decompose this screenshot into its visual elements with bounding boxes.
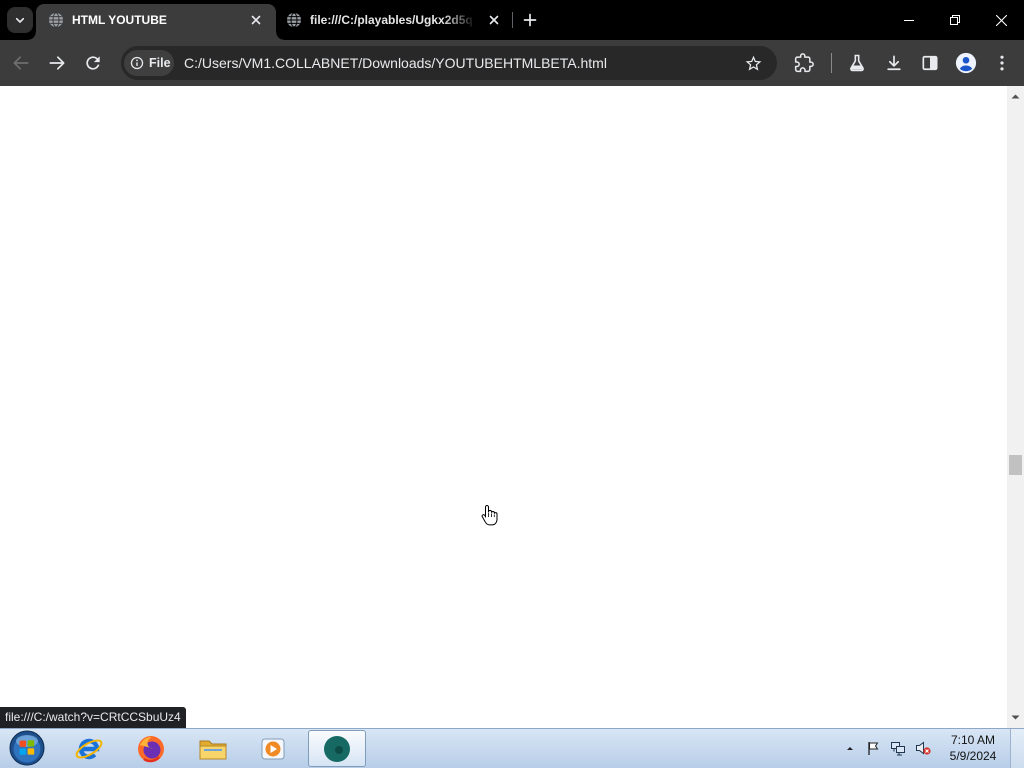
tab-strip: HTML YOUTUBE file:///C:/playables/Ugkx2d… xyxy=(0,0,1024,40)
action-center-button[interactable] xyxy=(865,740,881,756)
forward-button[interactable] xyxy=(43,49,71,77)
restore-button[interactable] xyxy=(932,0,978,40)
action-center-flag-icon xyxy=(868,742,879,755)
tab-playables-file[interactable]: file:///C:/playables/Ugkx2d5q xyxy=(276,4,516,40)
download-icon xyxy=(887,55,901,71)
close-icon xyxy=(251,15,261,25)
page-viewport[interactable]: file:///C:/watch?v=CRtCCSbuUz4 xyxy=(0,86,1024,728)
file-explorer-icon xyxy=(199,740,227,759)
url-text[interactable]: C:/Users/VM1.COLLABNET/Downloads/YOUTUBE… xyxy=(184,46,607,80)
globe-icon xyxy=(49,12,63,28)
back-arrow-icon xyxy=(13,56,29,70)
volume-muted-icon xyxy=(916,741,931,755)
tab-close-button[interactable] xyxy=(486,12,502,28)
minimize-button[interactable] xyxy=(886,0,932,40)
browser-toolbar: File C:/Users/VM1.COLLABNET/Downloads/YO… xyxy=(0,40,1024,86)
forward-arrow-icon xyxy=(49,56,65,70)
clock-time: 7:10 AM xyxy=(950,733,996,747)
scroll-up-arrow-icon[interactable] xyxy=(1007,91,1024,101)
close-icon xyxy=(489,15,499,25)
profile-avatar-icon xyxy=(955,52,977,74)
hand-pointer-cursor xyxy=(481,504,498,526)
browser-menu-button[interactable] xyxy=(988,49,1016,77)
side-panel-button[interactable] xyxy=(916,49,944,77)
scroll-thumb[interactable] xyxy=(1009,454,1022,475)
windows-start-orb-icon xyxy=(9,730,45,766)
tab-html-youtube[interactable]: HTML YOUTUBE xyxy=(28,4,284,40)
taskbar-browser-active[interactable] xyxy=(308,730,366,767)
browser-app-icon xyxy=(324,735,350,762)
reload-icon xyxy=(86,56,100,70)
link-status-bubble: file:///C:/watch?v=CRtCCSbuUz4 xyxy=(0,707,186,728)
back-button[interactable] xyxy=(7,49,35,77)
three-dot-menu-icon xyxy=(1000,55,1004,71)
network-button[interactable] xyxy=(890,740,906,756)
toolbar-separator xyxy=(831,53,832,73)
network-icon xyxy=(891,742,905,756)
taskbar-file-explorer[interactable] xyxy=(184,730,242,767)
scroll-down-arrow-icon[interactable] xyxy=(1007,713,1024,723)
internet-explorer-icon xyxy=(75,738,103,759)
bookmark-button[interactable] xyxy=(741,51,765,75)
taskbar-internet-explorer[interactable] xyxy=(60,730,118,767)
star-outline-icon xyxy=(745,55,761,71)
tab-separator xyxy=(512,12,513,28)
minimize-icon xyxy=(904,20,914,21)
globe-icon xyxy=(287,12,301,28)
windows-taskbar: 7:10 AM 5/9/2024 xyxy=(0,728,1024,768)
show-desktop-button[interactable] xyxy=(1010,729,1024,768)
chevron-down-icon xyxy=(15,17,25,23)
vertical-scrollbar[interactable] xyxy=(1007,86,1024,728)
show-hidden-icons-button[interactable] xyxy=(842,740,858,756)
close-window-button[interactable] xyxy=(978,0,1024,40)
tab-search-button[interactable] xyxy=(7,7,33,33)
close-icon xyxy=(995,14,1007,26)
labs-flask-icon xyxy=(850,54,864,72)
taskbar-firefox[interactable] xyxy=(122,730,180,767)
taskbar-media-player[interactable] xyxy=(244,730,302,767)
new-tab-button[interactable] xyxy=(518,8,542,32)
downloads-button[interactable] xyxy=(880,49,908,77)
media-player-icon xyxy=(261,738,285,759)
restore-icon xyxy=(950,15,960,25)
side-panel-icon xyxy=(922,55,938,71)
extensions-button[interactable] xyxy=(790,49,818,77)
tab-close-button[interactable] xyxy=(248,12,264,28)
firefox-icon xyxy=(138,735,164,762)
profile-button[interactable] xyxy=(952,49,980,77)
labs-button[interactable] xyxy=(843,49,871,77)
site-info-label: File xyxy=(149,56,171,70)
plus-icon xyxy=(523,13,537,27)
extensions-puzzle-icon xyxy=(794,53,814,73)
tab-title: HTML YOUTUBE xyxy=(72,13,167,27)
address-bar[interactable]: File C:/Users/VM1.COLLABNET/Downloads/YO… xyxy=(121,46,777,80)
show-hidden-icons-arrow xyxy=(847,747,853,750)
system-clock[interactable]: 7:10 AM 5/9/2024 xyxy=(944,732,1002,764)
clock-date: 5/9/2024 xyxy=(949,749,997,763)
site-info-chip[interactable]: File xyxy=(124,50,174,76)
tab-title: file:///C:/playables/Ugkx2d5q xyxy=(310,13,473,27)
reload-button[interactable] xyxy=(79,49,107,77)
volume-button[interactable] xyxy=(915,740,931,756)
info-icon xyxy=(130,56,144,70)
start-button[interactable] xyxy=(9,730,45,766)
